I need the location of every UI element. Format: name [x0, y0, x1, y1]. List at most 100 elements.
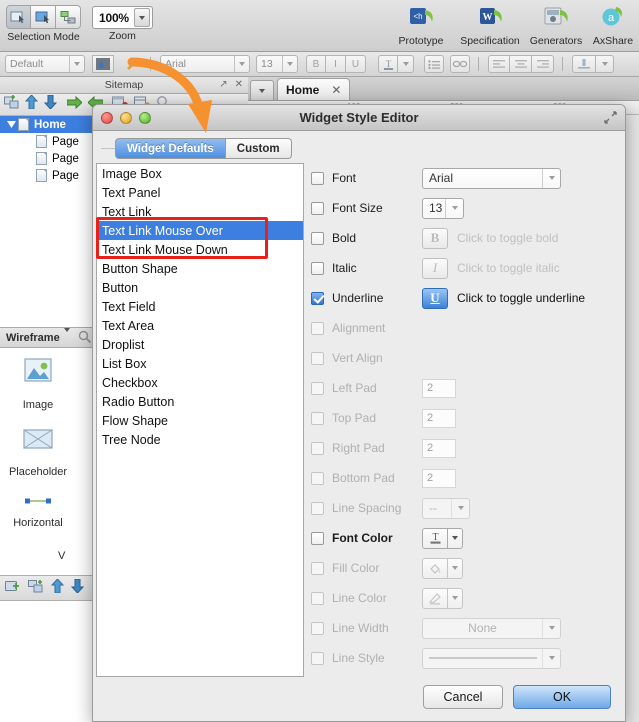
font-color-dropdown-arrow[interactable]	[448, 527, 463, 549]
tab-home[interactable]: Home ✕	[277, 78, 351, 100]
chevron-down-icon[interactable]	[445, 198, 463, 218]
align-right-button[interactable]	[532, 55, 554, 73]
underline-button[interactable]: U	[346, 55, 366, 73]
list-item[interactable]: List Box	[97, 354, 303, 373]
list-item[interactable]: Image Box	[97, 164, 303, 183]
left-pad-input[interactable]: 2	[422, 378, 456, 398]
zoom-dropdown-arrow[interactable]	[133, 8, 150, 27]
line-style-checkbox[interactable]	[311, 651, 324, 665]
move-down-icon[interactable]	[43, 94, 58, 114]
widget-type-list[interactable]: Image Box Text Panel Text Link Text Link…	[96, 163, 304, 677]
line-spacing-checkbox[interactable]	[311, 501, 324, 515]
distribute-button[interactable]	[572, 55, 596, 73]
underline-toggle-button[interactable]: U	[422, 287, 448, 309]
line-spacing-select[interactable]: --	[422, 497, 470, 519]
close-icon[interactable]: ✕	[235, 79, 243, 90]
vert-align-checkbox[interactable]	[311, 351, 324, 365]
list-item[interactable]: Flow Shape	[97, 411, 303, 430]
align-left-button[interactable]	[488, 55, 510, 73]
format-painter-icon[interactable]	[122, 55, 142, 73]
wireframe-item-placeholder[interactable]: Placeholder	[0, 427, 76, 478]
zoom-button[interactable]	[139, 111, 151, 124]
selection-mode-connector-icon[interactable]	[31, 5, 56, 29]
add-widget-icon[interactable]	[28, 579, 44, 598]
font-color-checkbox[interactable]	[311, 531, 324, 545]
line-color-swatch-button[interactable]	[422, 587, 448, 609]
add-page-icon[interactable]	[4, 95, 19, 114]
list-item[interactable]: Radio Button	[97, 392, 303, 411]
list-item[interactable]: Text Field	[97, 297, 303, 316]
fill-color-swatch-button[interactable]	[422, 557, 448, 579]
font-size-combo[interactable]: 13	[256, 55, 298, 73]
dialog-titlebar[interactable]: Widget Style Editor	[93, 105, 625, 131]
bold-button[interactable]: B	[306, 55, 326, 73]
chevron-down-icon[interactable]	[451, 498, 469, 518]
toolbar-action-prototype[interactable]: <h Prototype	[396, 4, 446, 47]
top-pad-checkbox[interactable]	[311, 411, 324, 425]
search-icon[interactable]	[78, 330, 91, 346]
font-family-combo[interactable]: Arial	[160, 55, 250, 73]
wireframe-item-image[interactable]: Image	[0, 356, 76, 411]
underline-checkbox[interactable]	[311, 291, 324, 305]
cancel-button[interactable]: Cancel	[423, 685, 503, 709]
alignment-checkbox[interactable]	[311, 321, 324, 335]
toolbar-action-specification[interactable]: W Specification	[455, 4, 525, 47]
line-style-select[interactable]	[422, 647, 561, 669]
add-folder-icon[interactable]	[5, 579, 21, 598]
chevron-down-icon[interactable]	[542, 168, 560, 188]
bottom-pad-input[interactable]: 2	[422, 468, 456, 488]
move-down-icon[interactable]	[70, 578, 85, 598]
close-icon[interactable]: ✕	[331, 83, 341, 97]
top-pad-input[interactable]: 2	[422, 408, 456, 428]
tab-menu-button[interactable]	[250, 80, 274, 100]
line-width-checkbox[interactable]	[311, 621, 324, 635]
minimize-button[interactable]	[120, 111, 132, 124]
font-family-dropdown-arrow[interactable]	[234, 56, 249, 72]
chevron-down-icon[interactable]	[542, 648, 560, 668]
toolbar-action-generators[interactable]: Generators	[527, 4, 585, 47]
font-checkbox[interactable]	[311, 171, 324, 185]
list-item[interactable]: Text Link Mouse Down	[97, 240, 303, 259]
bold-toggle-button[interactable]: B	[422, 227, 448, 249]
disclosure-triangle-icon[interactable]	[4, 121, 18, 128]
widget-style-editor-button[interactable]	[92, 55, 114, 73]
style-dropdown-arrow[interactable]	[69, 56, 84, 72]
right-pad-checkbox[interactable]	[311, 441, 324, 455]
list-item[interactable]: Button	[97, 278, 303, 297]
distribute-dropdown-arrow[interactable]	[596, 55, 614, 73]
move-up-icon[interactable]	[50, 577, 65, 598]
bold-checkbox[interactable]	[311, 231, 324, 245]
list-item[interactable]: Checkbox	[97, 373, 303, 392]
italic-toggle-button[interactable]: I	[422, 257, 448, 279]
italic-checkbox[interactable]	[311, 261, 324, 275]
align-center-button[interactable]	[510, 55, 532, 73]
line-width-select[interactable]: None	[422, 617, 561, 639]
chevron-down-icon[interactable]	[63, 327, 70, 344]
list-item-selected[interactable]: Text Link Mouse Over	[97, 221, 303, 240]
font-color-button[interactable]: T	[378, 55, 398, 73]
list-item[interactable]: Button Shape	[97, 259, 303, 278]
ok-button[interactable]: OK	[513, 685, 611, 709]
fill-color-dropdown-arrow[interactable]	[448, 557, 463, 579]
selection-mode-default-icon[interactable]	[6, 5, 31, 29]
align-right-icon[interactable]	[428, 319, 434, 337]
link-button[interactable]	[450, 55, 470, 73]
list-item[interactable]: Text Area	[97, 316, 303, 335]
fill-color-checkbox[interactable]	[311, 561, 324, 575]
right-pad-input[interactable]: 2	[422, 438, 456, 458]
zoom-combo[interactable]: 100%	[92, 6, 153, 29]
line-color-dropdown-arrow[interactable]	[448, 587, 463, 609]
list-item[interactable]: Text Link	[97, 202, 303, 221]
list-item[interactable]: Tree Node	[97, 430, 303, 449]
style-combo[interactable]: Default	[5, 55, 85, 73]
selection-mode-segmented[interactable]	[6, 5, 81, 29]
left-pad-checkbox[interactable]	[311, 381, 324, 395]
tab-widget-defaults[interactable]: Widget Defaults	[115, 138, 226, 159]
toolbar-action-axshare[interactable]: a AxShare	[589, 4, 637, 47]
wireframe-item-horizontal[interactable]: Horizontal	[0, 494, 76, 529]
list-item[interactable]: Droplist	[97, 335, 303, 354]
expand-icon[interactable]: ↗	[219, 79, 227, 90]
indent-right-icon[interactable]	[66, 95, 83, 114]
bottom-pad-checkbox[interactable]	[311, 471, 324, 485]
selection-mode-hierarchy-icon[interactable]	[56, 5, 81, 29]
